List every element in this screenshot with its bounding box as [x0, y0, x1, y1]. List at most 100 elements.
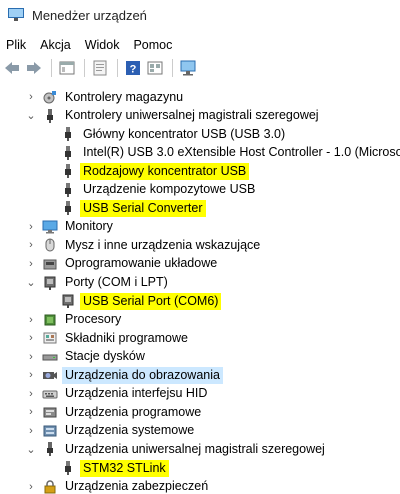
tree-item-label: Rodzajowy koncentrator USB [80, 162, 250, 180]
tree-item-label: Mysz i inne urządzenia wskazujące [65, 237, 261, 252]
tree-item[interactable]: ⌄ Urządzenia uniwersalnej magistrali szer… [26, 440, 328, 458]
tree-item-label: Składniki programowe [65, 330, 188, 345]
tree-item[interactable]: USB Serial Converter [44, 199, 206, 217]
disk-drive-icon [42, 349, 58, 365]
usb-device-icon [60, 182, 76, 198]
toolbar: ? [0, 56, 400, 80]
tree-item[interactable]: › Procesory [26, 311, 124, 329]
tree-item-label: Urządzenia zabezpieczeń [65, 479, 209, 494]
tree-item-label: STM32 STLink [80, 459, 169, 477]
tree-item-label: Porty (COM i LPT) [65, 275, 168, 289]
hid-icon [42, 386, 58, 402]
collapse-icon[interactable]: ⌄ [26, 107, 36, 125]
expand-icon[interactable]: › [26, 88, 36, 106]
view-icon [147, 61, 163, 75]
menu-view[interactable]: Widok [78, 38, 127, 52]
tree-item-label: Kontrolery uniwersalnej magistrali szere… [65, 108, 319, 123]
scan-hardware-icon [180, 60, 196, 76]
tree-item-label: Stacje dysków [65, 349, 145, 364]
system-device-icon [42, 423, 58, 439]
help-button[interactable]: ? [123, 58, 143, 78]
tree-item[interactable]: Główny koncentrator USB (USB 3.0) [44, 125, 288, 143]
collapse-icon[interactable]: ⌄ [26, 440, 36, 458]
tree-item[interactable]: STM32 STLink [44, 459, 169, 477]
menu-file[interactable]: Plik [0, 38, 33, 52]
firmware-icon [42, 256, 58, 272]
expand-icon[interactable]: › [26, 255, 36, 273]
tree-item-label: Urządzenie kompozytowe USB [83, 182, 256, 197]
software-device-icon [42, 404, 58, 420]
tree-item[interactable]: ⌄ Kontrolery uniwersalnej magistrali szer… [26, 107, 322, 125]
security-device-icon [42, 479, 58, 494]
title-bar: Menedżer urządzeń [0, 0, 400, 30]
tree-item[interactable]: › Urządzenia zabezpieczeń [26, 478, 211, 494]
toolbar-separator [84, 59, 85, 77]
menu-bar: Plik Akcja Widok Pomoc [0, 35, 400, 55]
expand-icon[interactable]: › [26, 403, 36, 421]
tree-item[interactable]: › Składniki programowe [26, 329, 191, 347]
usb-device-icon [60, 145, 76, 161]
tree-item-label: Urządzenia programowe [65, 404, 202, 419]
toolbar-separator [117, 59, 118, 77]
tree-item[interactable]: › Urządzenia interfejsu HID [26, 385, 210, 403]
toolbar-separator [51, 59, 52, 77]
view-button[interactable] [145, 58, 165, 78]
collapse-icon[interactable]: ⌄ [26, 274, 36, 292]
expand-icon[interactable]: › [26, 311, 36, 329]
storage-controller-icon [42, 89, 58, 105]
usb-device-icon [60, 200, 76, 216]
tree-item[interactable]: USB Serial Port (COM6) [44, 292, 222, 310]
tree-item[interactable]: ⌄ Porty (COM i LPT) [26, 274, 171, 292]
help-icon: ? [126, 61, 140, 76]
expand-icon[interactable]: › [26, 218, 36, 236]
expand-icon[interactable]: › [26, 422, 36, 440]
update-driver-icon [93, 60, 107, 76]
tree-item-label: Urządzenia do obrazowania [62, 366, 223, 384]
tree-item[interactable]: Intel(R) USB 3.0 eXtensible Host Control… [44, 144, 400, 162]
back-icon [5, 62, 19, 74]
camera-icon [42, 367, 58, 383]
menu-action[interactable]: Akcja [33, 38, 78, 52]
tree-item-label: Procesory [65, 312, 122, 327]
forward-button[interactable] [24, 58, 44, 78]
tree-item[interactable]: › Monitory [26, 218, 116, 236]
tree-item-label: Urządzenia systemowe [65, 423, 195, 438]
tree-item-label: Kontrolery magazynu [65, 89, 184, 104]
expand-icon[interactable]: › [26, 348, 36, 366]
usb-device-icon [60, 460, 76, 476]
forward-icon [27, 62, 41, 74]
properties-button[interactable] [57, 58, 77, 78]
tree-item[interactable]: › Kontrolery magazynu [26, 88, 186, 106]
expand-icon[interactable]: › [26, 366, 36, 384]
tree-item-label: USB Serial Converter [80, 199, 206, 217]
tree-item[interactable]: › Urządzenia programowe [26, 403, 204, 421]
tree-item-label: USB Serial Port (COM6) [80, 292, 222, 310]
monitor-icon [42, 219, 58, 235]
mouse-icon [42, 237, 58, 253]
port-icon [60, 293, 76, 309]
window-title: Menedżer urządzeń [32, 7, 147, 23]
tree-item[interactable]: › Stacje dysków [26, 348, 148, 366]
tree-item-label: Główny koncentrator USB (USB 3.0) [83, 126, 286, 141]
menu-help[interactable]: Pomoc [126, 38, 179, 52]
tree-item[interactable]: › Oprogramowanie układowe [26, 255, 220, 273]
scan-hardware-button[interactable] [178, 58, 198, 78]
tree-item-label: Urządzenia interfejsu HID [65, 386, 208, 401]
tree-item[interactable]: › Urządzenia systemowe [26, 422, 197, 440]
tree-item[interactable]: Urządzenie kompozytowe USB [44, 181, 258, 199]
tree-item[interactable]: › Mysz i inne urządzenia wskazujące [26, 236, 263, 254]
expand-icon[interactable]: › [26, 478, 36, 494]
usb-controller-icon [42, 441, 58, 457]
tree-item[interactable]: › Urządzenia do obrazowania [26, 366, 223, 384]
tree-item[interactable]: Rodzajowy koncentrator USB [44, 162, 250, 180]
back-button[interactable] [2, 58, 22, 78]
expand-icon[interactable]: › [26, 236, 36, 254]
expand-icon[interactable]: › [26, 385, 36, 403]
usb-device-icon [60, 126, 76, 142]
expand-icon[interactable]: › [26, 329, 36, 347]
update-driver-button[interactable] [90, 58, 110, 78]
